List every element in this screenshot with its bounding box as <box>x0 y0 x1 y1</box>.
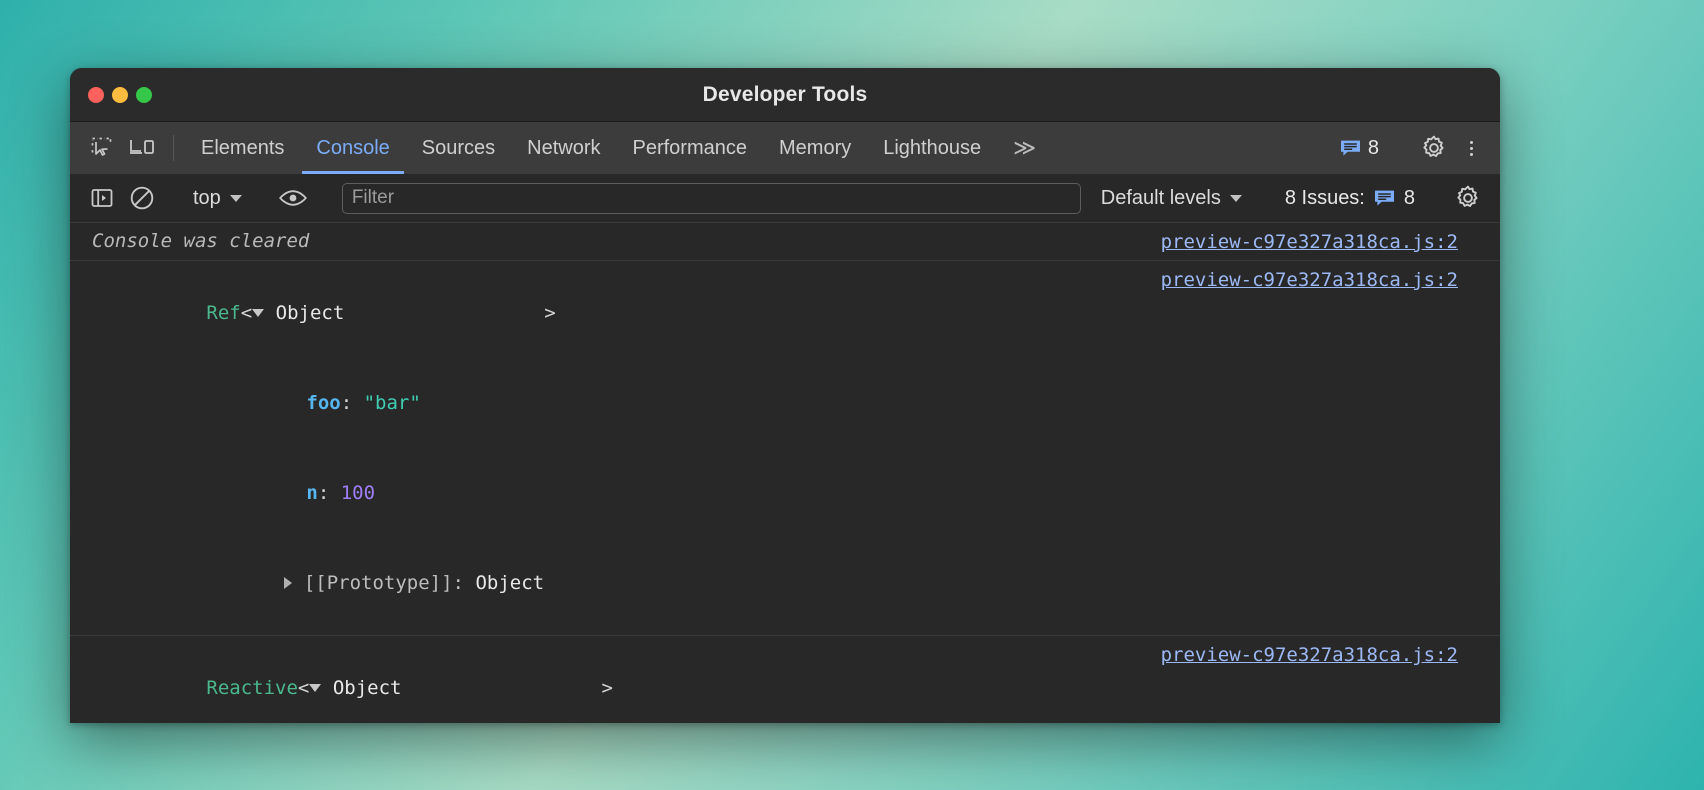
property-key: n <box>306 482 317 504</box>
chevron-down-icon <box>230 195 242 202</box>
chevron-down-icon <box>1230 195 1242 202</box>
log-levels-selector[interactable]: Default levels <box>1091 187 1252 210</box>
console-toolbar: top Default levels 8 Issues: <box>70 174 1500 223</box>
source-link[interactable]: preview-c97e327a318ca.js:2 <box>1147 269 1500 291</box>
tab-elements[interactable]: Elements <box>185 122 300 174</box>
execution-context-value: top <box>193 187 221 210</box>
filter-input[interactable] <box>342 183 1081 214</box>
console-row[interactable]: Reactive< Object> foo: "bar" n: 100 [[Pr… <box>70 636 1500 723</box>
more-options-icon[interactable] <box>1454 141 1488 156</box>
issues-message-icon <box>1340 139 1361 157</box>
create-live-expression-icon[interactable] <box>273 188 313 208</box>
close-angle-bracket: > <box>344 302 555 324</box>
object-prototype-row[interactable]: [[Prototype]]: Object <box>92 538 1147 628</box>
inspect-element-icon[interactable] <box>82 122 122 174</box>
maximize-window-button[interactable] <box>136 87 152 103</box>
more-tabs-icon[interactable]: ≫ <box>997 122 1050 174</box>
issues-message-icon <box>1374 189 1395 207</box>
object-group-header[interactable]: Ref< Object> <box>92 268 1147 358</box>
tab-sources[interactable]: Sources <box>406 122 511 174</box>
expand-triangle-down-icon[interactable] <box>252 309 264 317</box>
property-value: "bar" <box>364 392 421 414</box>
device-toolbar-icon[interactable] <box>122 122 162 174</box>
issues-count: 8 <box>1368 137 1379 160</box>
panel-tab-list: Elements Console Sources Network Perform… <box>185 122 1050 174</box>
window-titlebar: Developer Tools <box>70 68 1500 122</box>
prototype-value[interactable]: Object <box>475 572 544 594</box>
console-row[interactable]: Ref< Object> foo: "bar" n: 100 [[Prototy… <box>70 261 1500 636</box>
tab-lighthouse[interactable]: Lighthouse <box>867 122 997 174</box>
traffic-lights <box>70 87 152 103</box>
property-value: 100 <box>341 482 375 504</box>
object-class-name: Reactive <box>206 677 298 699</box>
clear-console-icon[interactable] <box>122 185 162 211</box>
source-link[interactable]: preview-c97e327a318ca.js:2 <box>1147 231 1500 253</box>
tabbar-divider <box>173 135 174 161</box>
tab-performance[interactable]: Performance <box>617 122 764 174</box>
object-class-name: Ref <box>206 302 240 324</box>
console-row[interactable]: Console was cleared preview-c97e327a318c… <box>70 223 1500 261</box>
devtools-tabbar: Elements Console Sources Network Perform… <box>70 122 1500 174</box>
console-cleared-text: Console was cleared <box>92 230 309 252</box>
prototype-label: [[Prototype]]: <box>304 572 464 594</box>
object-label[interactable]: Object <box>276 302 345 324</box>
issues-badge[interactable]: 8 <box>1328 137 1391 160</box>
tab-console[interactable]: Console <box>300 122 405 174</box>
minimize-window-button[interactable] <box>112 87 128 103</box>
gear-icon[interactable] <box>1448 185 1488 211</box>
object-group-header[interactable]: Reactive< Object> <box>92 643 1147 723</box>
tabbar-right-actions: 8 <box>1328 122 1500 174</box>
issues-label: 8 Issues: <box>1285 187 1365 210</box>
object-property: n: 100 <box>92 448 1147 538</box>
log-levels-value: Default levels <box>1101 187 1221 210</box>
gear-icon[interactable] <box>1414 135 1454 161</box>
open-angle-bracket: < <box>241 302 252 324</box>
execution-context-selector[interactable]: top <box>185 187 250 210</box>
close-angle-bracket: > <box>401 677 612 699</box>
source-link[interactable]: preview-c97e327a318ca.js:2 <box>1147 644 1500 666</box>
window-title: Developer Tools <box>70 83 1500 107</box>
close-window-button[interactable] <box>88 87 104 103</box>
expand-triangle-right-icon[interactable] <box>284 577 292 589</box>
tab-memory[interactable]: Memory <box>763 122 867 174</box>
object-label[interactable]: Object <box>333 677 402 699</box>
tab-network[interactable]: Network <box>511 122 616 174</box>
console-message-list[interactable]: Console was cleared preview-c97e327a318c… <box>70 223 1500 723</box>
expand-triangle-down-icon[interactable] <box>309 684 321 692</box>
issues-counter[interactable]: 8 Issues: 8 <box>1275 187 1425 210</box>
show-console-sidebar-icon[interactable] <box>82 186 122 210</box>
object-property: foo: "bar" <box>92 358 1147 448</box>
property-key: foo <box>306 392 340 414</box>
open-angle-bracket: < <box>298 677 309 699</box>
developer-tools-window: Developer Tools Elements Console Sources… <box>70 68 1500 723</box>
issues-count: 8 <box>1404 187 1415 210</box>
